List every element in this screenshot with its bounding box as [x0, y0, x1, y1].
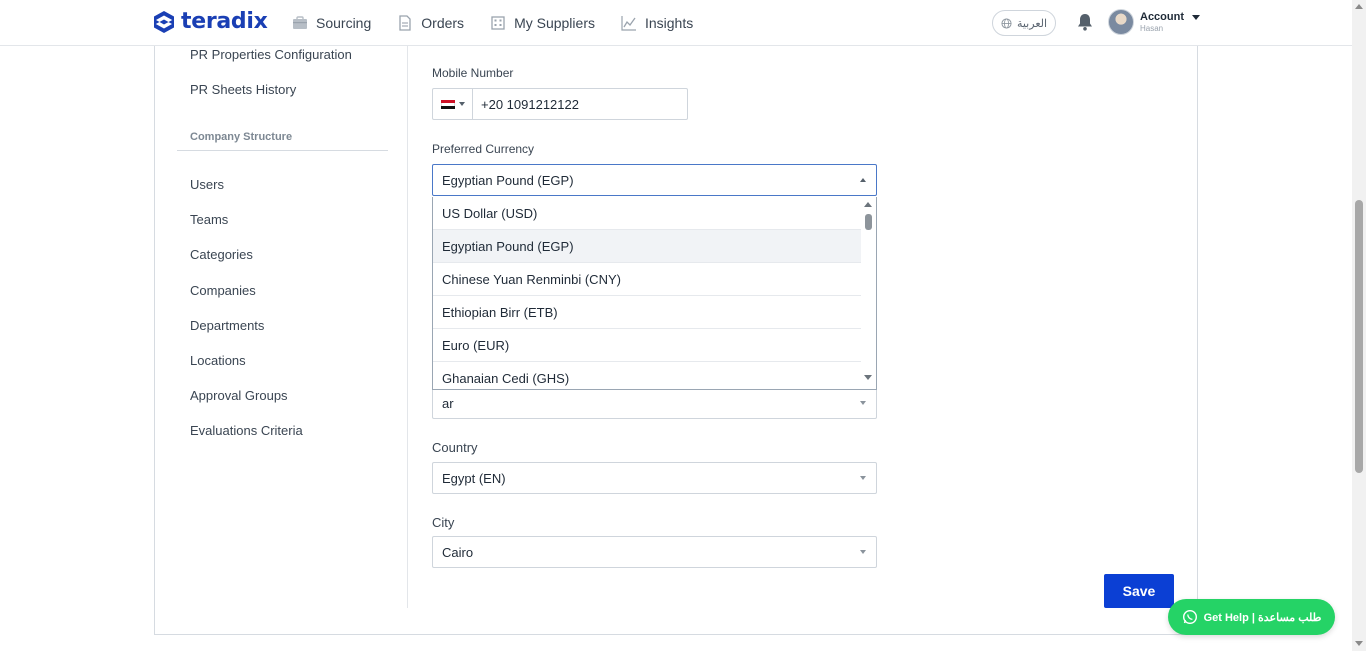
sidebar-section-title: Company Structure — [190, 131, 293, 143]
sidebar-item-companies[interactable]: Companies — [190, 283, 256, 298]
nav-insights[interactable]: Insights — [621, 15, 693, 31]
nav-orders-label: Orders — [421, 15, 465, 31]
nav-sourcing-label: Sourcing — [316, 15, 372, 31]
mobile-number-label: Mobile Number — [432, 66, 514, 80]
language-select[interactable]: ar — [432, 387, 877, 419]
currency-option[interactable]: Ethiopian Birr (ETB) — [433, 296, 862, 329]
dropdown-scrollbar[interactable] — [861, 197, 876, 389]
country-code-selector[interactable] — [433, 89, 473, 119]
top-navbar: teradix Sourcing Orders My Suppliers Ins… — [0, 0, 1352, 46]
sidebar-item-locations[interactable]: Locations — [190, 353, 246, 368]
sidebar-item-pr-sheets-history[interactable]: PR Sheets History — [190, 82, 296, 97]
preferred-currency-label: Preferred Currency — [432, 142, 535, 156]
city-select[interactable]: Cairo — [432, 536, 877, 568]
page-scrollbar[interactable] — [1352, 0, 1366, 651]
country-value: Egypt (EN) — [442, 470, 506, 486]
bell-icon[interactable] — [1075, 12, 1095, 32]
chart-line-icon — [621, 16, 636, 31]
sidebar-divider — [407, 46, 408, 608]
avatar[interactable] — [1108, 9, 1134, 35]
sidebar-item-approval-groups[interactable]: Approval Groups — [190, 388, 288, 403]
mobile-number-field — [432, 88, 688, 120]
get-help-label: Get Help | طلب مساعدة — [1203, 611, 1322, 624]
scroll-down-arrow-icon[interactable] — [1355, 641, 1363, 646]
teradix-logo-icon — [154, 10, 174, 33]
nav-orders[interactable]: Orders — [397, 15, 464, 31]
document-icon — [399, 15, 411, 31]
chevron-down-icon — [860, 401, 866, 405]
country-select[interactable]: Egypt (EN) — [432, 462, 877, 494]
get-help-button[interactable]: Get Help | طلب مساعدة — [1168, 599, 1335, 635]
sidebar-item-users[interactable]: Users — [190, 177, 224, 192]
currency-dropdown-list: US Dollar (USD) Egyptian Pound (EGP) Chi… — [432, 197, 877, 390]
whatsapp-icon — [1182, 609, 1197, 625]
chevron-down-icon — [1192, 14, 1200, 20]
language-value: ar — [442, 395, 454, 411]
building-icon — [491, 16, 505, 30]
scroll-up-arrow-icon[interactable] — [864, 202, 872, 207]
nav-my-suppliers[interactable]: My Suppliers — [490, 15, 595, 31]
nav-insights-label: Insights — [644, 15, 694, 31]
save-button[interactable]: Save — [1104, 574, 1174, 608]
sidebar-section-divider — [177, 150, 388, 151]
currency-option[interactable]: Euro (EUR) — [433, 329, 862, 362]
main-nav: Sourcing Orders My Suppliers Insights — [292, 0, 693, 46]
preferred-currency-select[interactable]: Egyptian Pound (EGP) — [432, 164, 877, 196]
currency-option[interactable]: Chinese Yuan Renminbi (CNY) — [433, 263, 862, 296]
account-username: Hasan — [1140, 24, 1164, 33]
sidebar-item-pr-properties-configuration[interactable]: PR Properties Configuration — [190, 47, 352, 62]
briefcase-icon — [293, 16, 307, 29]
currency-option[interactable]: US Dollar (USD) — [433, 197, 862, 230]
account-menu[interactable]: Account Hasan — [1140, 11, 1200, 33]
city-label: City — [432, 515, 455, 530]
currency-option[interactable]: Ghanaian Cedi (GHS) — [433, 362, 862, 389]
scroll-up-arrow-icon[interactable] — [1355, 4, 1363, 9]
dropdown-scroll-thumb[interactable] — [865, 214, 872, 230]
chevron-down-icon — [458, 102, 465, 106]
chevron-down-icon — [860, 476, 866, 480]
currency-option-selected[interactable]: Egyptian Pound (EGP) — [433, 230, 862, 263]
chevron-up-icon — [860, 178, 866, 182]
chevron-down-icon — [860, 550, 866, 554]
preferred-currency-value: Egyptian Pound (EGP) — [442, 172, 574, 188]
scroll-down-arrow-icon[interactable] — [864, 375, 872, 380]
teradix-logo[interactable]: teradix — [153, 9, 268, 34]
language-switch-button[interactable]: العربية — [992, 10, 1056, 36]
page-scroll-thumb[interactable] — [1355, 200, 1363, 473]
globe-icon — [1001, 17, 1012, 29]
language-switch-label: العربية — [1016, 17, 1048, 30]
sidebar-item-departments[interactable]: Departments — [190, 318, 264, 333]
account-label: Account — [1140, 11, 1184, 23]
logo-text: teradix — [181, 9, 268, 34]
sidebar-item-teams[interactable]: Teams — [190, 212, 228, 227]
mobile-number-input[interactable] — [473, 89, 687, 119]
egypt-flag-icon — [440, 99, 455, 109]
sidebar-item-evaluations-criteria[interactable]: Evaluations Criteria — [190, 423, 303, 438]
sidebar-item-categories[interactable]: Categories — [190, 247, 253, 262]
country-label: Country — [432, 440, 478, 455]
nav-sourcing[interactable]: Sourcing — [292, 15, 371, 31]
nav-my-suppliers-label: My Suppliers — [514, 15, 595, 31]
city-value: Cairo — [442, 544, 474, 560]
